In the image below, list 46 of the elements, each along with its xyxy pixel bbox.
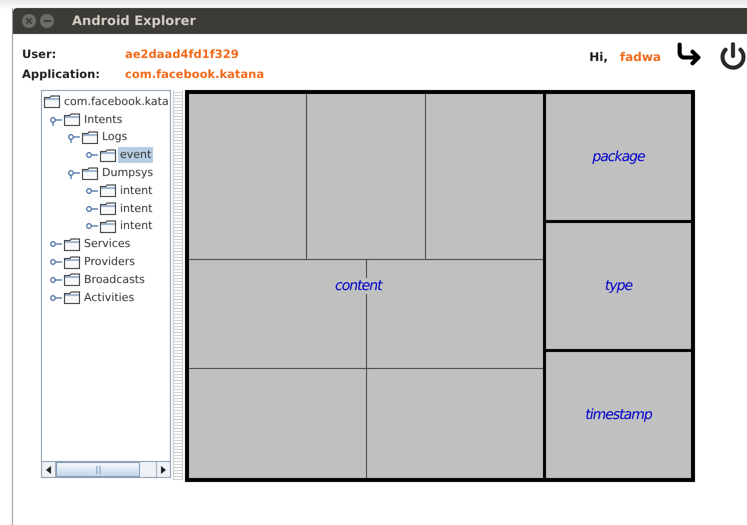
window-title: Android Explorer [72,14,196,28]
grip-icon [96,466,100,474]
content-label: content [335,278,382,294]
folder-icon [100,184,116,198]
folder-icon [100,220,116,233]
folder-icon [64,238,80,251]
greeting-label: Hi, [589,50,608,64]
tree-item[interactable]: Logs [100,129,130,146]
scroll-thumb[interactable] [56,462,140,477]
field-label: package [592,149,645,165]
user-name: fadwa [620,50,661,64]
folder-icon [82,130,98,144]
scroll-right-icon[interactable] [161,466,166,474]
tree-item[interactable]: event [118,147,154,164]
turn-arrow-icon[interactable] [675,40,703,68]
scroll-left-icon[interactable] [46,466,51,474]
folder-icon [100,148,116,162]
tree-item[interactable]: intent [118,200,154,217]
tree-item[interactable]: Dumpsys [100,165,156,182]
power-icon[interactable] [719,42,747,70]
folder-icon [100,202,116,216]
tree-item[interactable]: Intents [82,112,124,128]
application-label: Application: [22,66,101,82]
application-value: com.facebook.katana [125,66,264,82]
tree-item[interactable]: intent [118,218,154,234]
user-value: ae2daad4fd1f329 [125,46,239,62]
folder-icon [82,166,98,180]
field-label: timestamp [585,407,652,423]
tree-root[interactable]: com.facebook.kata [62,94,170,110]
folder-icon [64,291,80,304]
minimize-icon [44,20,50,22]
folder-icon [44,95,60,108]
expanded-handle-icon[interactable] [68,131,80,144]
close-icon [26,18,32,24]
horizontal-scrollbar[interactable] [42,461,170,477]
folder-icon [64,273,80,286]
tree-item[interactable]: Activities [82,290,136,306]
user-label: User: [22,46,58,62]
folder-icon [64,256,80,269]
field-label: type [604,278,632,294]
tree-item[interactable]: Broadcasts [82,272,147,288]
tree-item[interactable]: Providers [82,254,138,270]
folder-icon [64,113,80,126]
expanded-handle-icon[interactable] [68,167,80,180]
tree-item[interactable]: intent [118,182,154,199]
tree-item[interactable]: Services [82,236,132,252]
